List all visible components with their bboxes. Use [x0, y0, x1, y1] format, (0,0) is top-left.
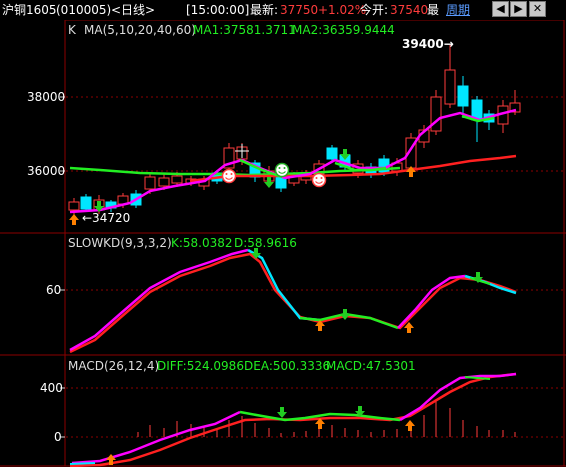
- period-link[interactable]: 周期: [446, 0, 470, 20]
- macd-diff-value: DIFF:524.0986: [157, 359, 244, 373]
- period-label[interactable]: <日线>: [111, 0, 155, 20]
- open-label: 今开:: [360, 3, 389, 17]
- kd-k-line: [69, 248, 249, 352]
- sell-arrow-icon: [277, 407, 287, 418]
- kd-name: SLOWKD(9,3,3,2): [68, 236, 172, 250]
- macd-macd-value: MACD:47.5301: [326, 359, 416, 373]
- smiley-icon: [221, 168, 237, 184]
- y-label-36000: 36000: [27, 164, 65, 178]
- quote-time: [15:00:00]: [186, 3, 250, 17]
- prev-icon[interactable]: ◀: [492, 1, 509, 17]
- macd-diff-line-up: [399, 372, 517, 422]
- smiley-icon: [274, 162, 290, 178]
- open-price: 37540: [390, 3, 429, 17]
- macd-dea-value: DEA:500.3336: [244, 359, 330, 373]
- change-percent: +1.02%: [318, 3, 367, 17]
- macd-diff-line-start-cyan: [69, 462, 96, 465]
- price-indicator-label: K: [68, 23, 77, 37]
- y-label-60: 60: [46, 283, 61, 297]
- close-icon[interactable]: ✕: [529, 1, 546, 17]
- kd-d-value: D:58.9616: [234, 236, 297, 250]
- y-label-38000: 38000: [27, 90, 65, 104]
- ma2-value: MA2:36359.9444: [292, 23, 395, 37]
- latest-price: 37750: [280, 3, 319, 17]
- kd-d-line: [69, 252, 517, 354]
- contract-code: (010005): [56, 3, 112, 17]
- y-label-400: 400: [40, 381, 63, 395]
- latest-label: 最新:: [250, 3, 279, 17]
- chart-area[interactable]: 38000 36000 60 400 0 K MA(5,10,20,40,60)…: [0, 20, 566, 467]
- ma1-value: MA1:37581.3711: [193, 23, 296, 37]
- next-icon[interactable]: ▶: [510, 1, 527, 17]
- title-bar: 沪铜1605 (010005) <日线> [15:00:00] 最新: 3775…: [0, 0, 566, 20]
- ma-params: MA(5,10,20,40,60): [84, 23, 196, 37]
- high-price-annotation: 39400→: [402, 37, 454, 51]
- sell-arrow-icon: [340, 309, 350, 320]
- macd-name: MACD(26,12,4): [68, 359, 159, 373]
- smiley-icon: [311, 172, 327, 188]
- buy-arrow-icon: [69, 214, 79, 225]
- y-label-0: 0: [54, 430, 62, 444]
- kd-k-value: K:58.0382: [171, 236, 233, 250]
- contract-name: 沪铜1605: [2, 3, 57, 17]
- candlesticks: [68, 45, 521, 215]
- low-price-annotation: ←34720: [82, 211, 130, 225]
- buy-arrow-icon: [405, 420, 415, 431]
- high-label: 最: [427, 3, 440, 17]
